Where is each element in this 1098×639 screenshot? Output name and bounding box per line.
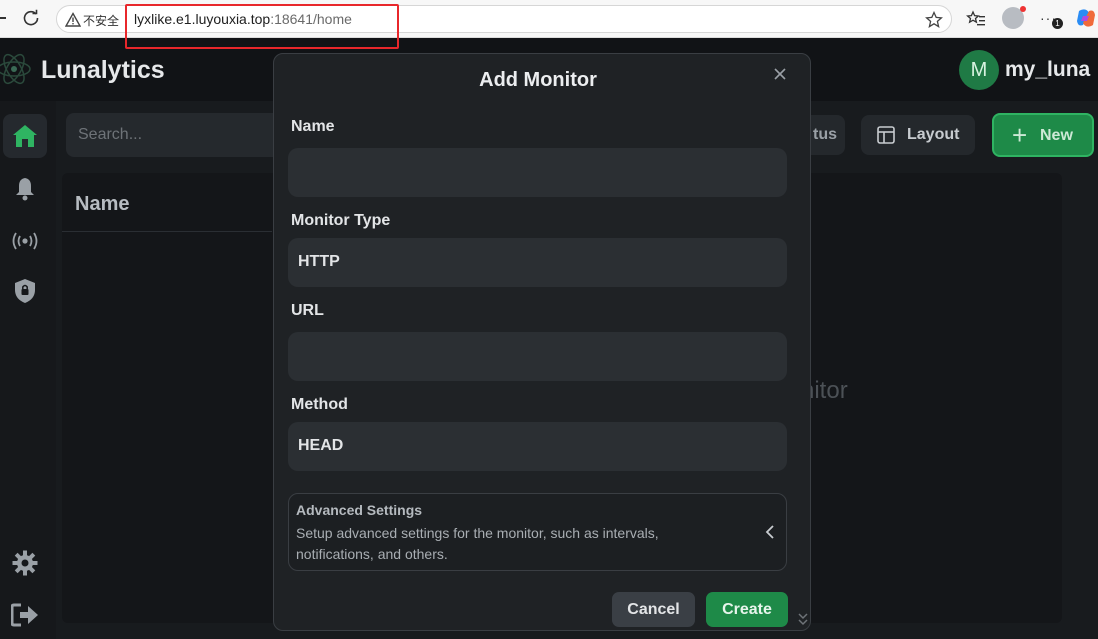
chevron-left-icon[interactable] xyxy=(764,524,776,540)
copilot-icon[interactable] xyxy=(1075,7,1097,29)
advanced-settings-panel[interactable]: Advanced Settings Setup advanced setting… xyxy=(288,493,787,571)
name-label: Name xyxy=(291,118,335,135)
layout-button-label: Layout xyxy=(907,126,960,143)
search-placeholder: Search... xyxy=(78,126,143,143)
bell-icon xyxy=(16,178,34,201)
layout-icon xyxy=(877,126,895,144)
star-icon[interactable] xyxy=(925,11,943,29)
app-brand[interactable]: Lunalytics xyxy=(41,56,165,85)
user-avatar[interactable]: M xyxy=(959,50,999,90)
plus-icon: + xyxy=(1012,120,1028,150)
name-field[interactable] xyxy=(288,148,787,197)
add-monitor-modal: Add Monitor Name Monitor Type HTTP URL M… xyxy=(273,53,811,631)
url-field[interactable] xyxy=(288,332,787,381)
advanced-settings-title: Advanced Settings xyxy=(296,502,423,518)
method-value: HEAD xyxy=(298,437,344,454)
security-label: 不安全 xyxy=(83,14,120,28)
gear-icon xyxy=(12,550,38,576)
method-select[interactable]: HEAD xyxy=(288,422,787,471)
advanced-settings-description: Setup advanced settings for the monitor,… xyxy=(296,525,659,562)
new-monitor-button[interactable]: + New xyxy=(992,113,1094,157)
username[interactable]: my_luna xyxy=(1005,58,1090,82)
sidebar-item-settings[interactable] xyxy=(3,541,47,585)
scroll-chevron-icon[interactable] xyxy=(798,610,808,628)
profile-avatar[interactable] xyxy=(1002,6,1026,29)
favorites-icon[interactable] xyxy=(966,9,986,29)
warning-icon xyxy=(65,12,81,27)
atom-logo-icon xyxy=(0,53,31,85)
header-divider xyxy=(62,231,272,232)
column-header-name[interactable]: Name xyxy=(75,193,129,216)
sidebar-item-home[interactable] xyxy=(3,114,47,158)
shield-icon xyxy=(15,279,35,303)
create-button[interactable]: Create xyxy=(706,592,788,627)
monitor-type-label: Monitor Type xyxy=(291,212,391,229)
sidebar-item-notifications[interactable] xyxy=(3,167,47,211)
modal-title: Add Monitor xyxy=(479,69,597,91)
broadcast-icon xyxy=(12,232,38,250)
sidebar-item-status[interactable] xyxy=(3,219,47,263)
close-icon[interactable] xyxy=(772,66,788,82)
method-label: Method xyxy=(291,396,348,413)
monitor-type-value: HTTP xyxy=(298,253,340,270)
sidebar xyxy=(0,101,56,639)
layout-button[interactable]: Layout xyxy=(861,115,975,155)
sidebar-item-logout[interactable] xyxy=(3,593,47,637)
new-button-label: New xyxy=(1040,127,1073,144)
cancel-button[interactable]: Cancel xyxy=(612,592,695,627)
reload-icon[interactable] xyxy=(22,9,40,27)
extensions-badge: 1 xyxy=(1052,18,1063,29)
home-icon xyxy=(13,125,37,147)
search-input[interactable]: Search... xyxy=(66,113,296,157)
back-arrow-icon[interactable] xyxy=(0,10,6,26)
monitor-type-select[interactable]: HTTP xyxy=(288,238,787,287)
sidebar-item-security[interactable] xyxy=(3,269,47,313)
status-button-label: tus xyxy=(813,126,837,143)
logout-icon xyxy=(11,603,38,627)
url-label: URL xyxy=(291,302,324,319)
annotation-highlight xyxy=(125,4,399,49)
